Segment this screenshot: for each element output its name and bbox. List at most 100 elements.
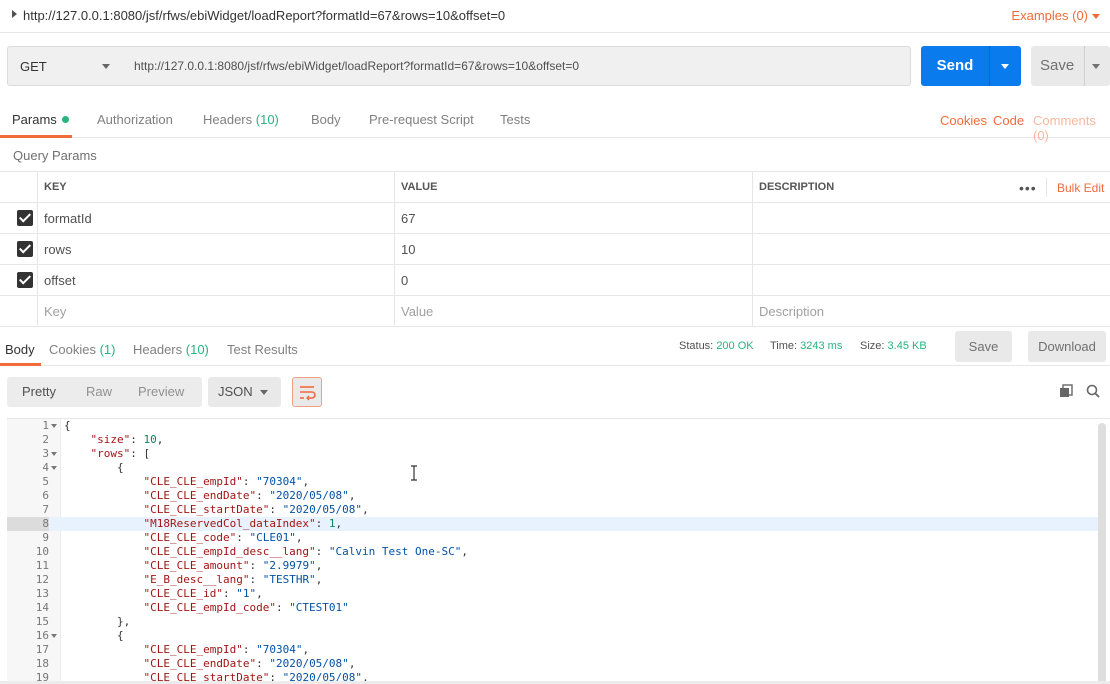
param-description-cell[interactable] <box>752 234 1110 265</box>
examples-caret-icon[interactable] <box>1092 14 1100 19</box>
status-value[interactable]: 200 OK <box>716 340 753 352</box>
chevron-down-icon <box>102 64 110 69</box>
param-key-cell[interactable]: formatId <box>37 203 394 234</box>
line-number: 11 <box>35 559 49 572</box>
code-text: }, <box>64 615 131 628</box>
value-column-header: VALUE <box>394 172 752 203</box>
tab-headers-label: Headers <box>203 112 253 127</box>
send-options-chevron-icon[interactable] <box>1001 64 1009 69</box>
code-text: "CLE_CLE_endDate": "2020/05/08", <box>143 489 356 502</box>
more-options-icon[interactable]: ••• <box>1019 180 1037 196</box>
wrap-lines-button[interactable] <box>292 377 322 407</box>
code-line[interactable]: 4 { <box>7 461 1098 475</box>
send-button[interactable]: Send <box>921 46 1021 86</box>
bulk-edit-divider <box>1046 178 1047 197</box>
active-tab-indicator <box>0 135 72 138</box>
code-line[interactable]: 2 "size": 10, <box>7 433 1098 447</box>
code-line[interactable]: 1{ <box>7 419 1098 433</box>
tab-authorization[interactable]: Authorization <box>97 112 173 127</box>
code-line[interactable]: 10 "CLE_CLE_empId_desc__lang": "Calvin T… <box>7 545 1098 559</box>
fold-toggle-icon[interactable] <box>51 634 57 638</box>
code-line[interactable]: 9 "CLE_CLE_code": "CLE01", <box>7 531 1098 545</box>
param-key: offset <box>44 273 76 288</box>
param-enabled-checkbox[interactable] <box>17 241 33 257</box>
code-link[interactable]: Code <box>993 113 1024 128</box>
vertical-scrollbar[interactable] <box>1098 423 1106 684</box>
query-params-heading: Query Params <box>13 148 97 163</box>
code-line[interactable]: 16 { <box>7 629 1098 643</box>
format-select[interactable]: JSON <box>208 377 281 407</box>
param-description-cell[interactable] <box>752 203 1110 234</box>
method-value: GET <box>20 59 47 74</box>
code-text: "CLE_CLE_id": "1", <box>143 587 263 600</box>
tab-body[interactable]: Body <box>311 112 341 127</box>
tab-headers[interactable]: Headers (10) <box>203 112 279 127</box>
code-line[interactable]: 8 "M18ReservedCol_dataIndex": 1, <box>7 517 1098 531</box>
search-icon[interactable] <box>1086 384 1100 398</box>
code-line[interactable]: 3 "rows": [ <box>7 447 1098 461</box>
code-line[interactable]: 11 "CLE_CLE_amount": "2.9979", <box>7 559 1098 573</box>
fold-toggle-icon[interactable] <box>51 466 57 470</box>
code-line[interactable]: 6 "CLE_CLE_endDate": "2020/05/08", <box>7 489 1098 503</box>
line-number: 12 <box>35 573 49 586</box>
response-tab-cookies[interactable]: Cookies (1) <box>49 342 115 357</box>
comments-link[interactable]: Comments (0) <box>1033 113 1110 143</box>
code-line[interactable]: 15 }, <box>7 615 1098 629</box>
expand-caret-icon[interactable] <box>12 10 17 18</box>
bulk-edit-link[interactable]: Bulk Edit <box>1057 181 1104 195</box>
response-body-editor[interactable]: 1{2 "size": 10, 3 "rows": [4 {5 "CLE_CLE_… <box>7 418 1110 684</box>
new-value-input[interactable]: Value <box>394 296 752 327</box>
size-value[interactable]: 3.45 KB <box>888 340 927 352</box>
param-value: 0 <box>401 273 409 288</box>
cookies-link[interactable]: Cookies <box>940 113 987 128</box>
save-request-button[interactable]: Save <box>1031 46 1110 86</box>
mode-raw[interactable]: Raw <box>86 384 112 399</box>
request-title[interactable]: http://127.0.0.1:8080/jsf/rfws/ebiWidget… <box>23 8 505 23</box>
line-number: 15 <box>35 615 49 628</box>
key-header-label: KEY <box>44 181 67 193</box>
code-line[interactable]: 18 "CLE_CLE_endDate": "2020/05/08", <box>7 657 1098 671</box>
tab-params[interactable]: Params <box>12 112 69 127</box>
param-value-cell[interactable]: 0 <box>394 265 752 296</box>
code-line[interactable]: 5 "CLE_CLE_empId": "70304", <box>7 475 1098 489</box>
new-key-input[interactable]: Key <box>37 296 394 327</box>
response-tab-headers[interactable]: Headers (10) <box>133 342 209 357</box>
examples-link[interactable]: Examples (0) <box>1011 8 1088 23</box>
code-line[interactable]: 13 "CLE_CLE_id": "1", <box>7 587 1098 601</box>
mode-preview[interactable]: Preview <box>138 384 184 399</box>
fold-toggle-icon[interactable] <box>51 452 57 456</box>
response-tab-body[interactable]: Body <box>5 342 35 357</box>
fold-toggle-icon[interactable] <box>51 424 57 428</box>
method-select[interactable]: GET <box>7 46 124 86</box>
param-value-cell[interactable]: 67 <box>394 203 752 234</box>
time-value[interactable]: 3243 ms <box>800 340 842 352</box>
code-text: "rows": [ <box>90 447 151 460</box>
key-placeholder: Key <box>44 304 67 319</box>
tab-tests[interactable]: Tests <box>500 112 530 127</box>
status-indicator: Status: 200 OK <box>679 340 754 352</box>
param-value-cell[interactable]: 10 <box>394 234 752 265</box>
line-number: 7 <box>42 503 49 516</box>
new-description-input[interactable]: Description <box>752 296 1110 327</box>
mode-pretty[interactable]: Pretty <box>22 384 56 399</box>
line-number: 6 <box>42 489 49 502</box>
save-response-button[interactable]: Save <box>955 331 1012 362</box>
code-line[interactable]: 14 "CLE_CLE_empId_code": "CTEST01" <box>7 601 1098 615</box>
copy-icon[interactable] <box>1059 384 1073 398</box>
response-tab-test-results[interactable]: Test Results <box>227 342 298 357</box>
param-description-cell[interactable] <box>752 265 1110 296</box>
param-key-cell[interactable]: rows <box>37 234 394 265</box>
key-column-header: KEY <box>37 172 394 203</box>
line-number: 4 <box>42 461 49 474</box>
code-line[interactable]: 7 "CLE_CLE_startDate": "2020/05/08", <box>7 503 1098 517</box>
param-key-cell[interactable]: offset <box>37 265 394 296</box>
param-enabled-checkbox[interactable] <box>17 272 33 288</box>
download-button[interactable]: Download <box>1028 331 1106 362</box>
value-placeholder: Value <box>401 304 434 319</box>
code-line[interactable]: 12 "E_B_desc__lang": "TESTHR", <box>7 573 1098 587</box>
param-enabled-checkbox[interactable] <box>17 210 33 226</box>
save-options-chevron-icon[interactable] <box>1092 64 1100 69</box>
url-input[interactable]: http://127.0.0.1:8080/jsf/rfws/ebiWidget… <box>123 46 911 86</box>
code-line[interactable]: 17 "CLE_CLE_empId": "70304", <box>7 643 1098 657</box>
tab-prerequest-script[interactable]: Pre-request Script <box>369 112 474 127</box>
